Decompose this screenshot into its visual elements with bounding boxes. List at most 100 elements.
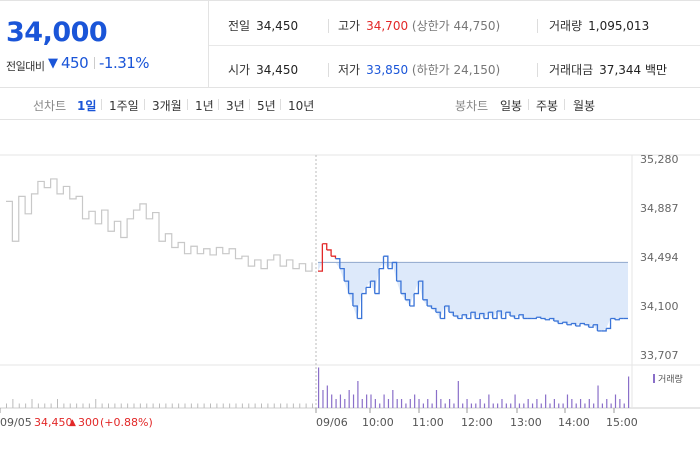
tab-3-years[interactable]: 3년 bbox=[226, 97, 245, 114]
volume-bar bbox=[479, 399, 481, 408]
volume-bar bbox=[229, 403, 231, 408]
volume-bar bbox=[453, 403, 455, 408]
volume-bar bbox=[361, 399, 363, 408]
volume-bar bbox=[619, 399, 621, 408]
volume-bar bbox=[623, 403, 625, 408]
volume-bar bbox=[387, 399, 390, 408]
volume-bar bbox=[299, 403, 301, 408]
volume-bar bbox=[267, 403, 269, 408]
volume-bar bbox=[374, 399, 376, 408]
high-value: 34,700 bbox=[366, 19, 409, 33]
x-tick-label: 12:00 bbox=[461, 416, 493, 429]
x-tick-label: 09/05 bbox=[0, 416, 32, 429]
amount-label: 거래대금 bbox=[549, 63, 594, 77]
amount-value: 37,344 bbox=[599, 63, 642, 77]
volume-bar bbox=[606, 399, 608, 408]
volume-bar bbox=[63, 403, 65, 408]
volume-bar bbox=[18, 403, 20, 408]
tab-monthly-candle[interactable]: 월봉 bbox=[573, 97, 595, 114]
open-price: 시가 34,450 bbox=[228, 61, 298, 78]
chart-period-tabs: 선차트 1일 1주일 3개월 1년 3년 5년 10년 봉차트 일봉 주봉 월봉 bbox=[0, 88, 700, 120]
volume-bar bbox=[254, 403, 256, 408]
y-tick-label: 34,887 bbox=[640, 202, 679, 215]
volume-bar bbox=[545, 394, 547, 408]
volume-bar bbox=[280, 403, 282, 408]
volume-bar bbox=[422, 403, 424, 408]
volume-bar bbox=[414, 394, 416, 408]
x-tick-label: 14:00 bbox=[558, 416, 590, 429]
y-tick-label: 33,707 bbox=[640, 349, 679, 362]
volume-bar bbox=[457, 381, 459, 408]
volume-bar bbox=[536, 399, 538, 408]
divider bbox=[328, 63, 329, 77]
volume-bar bbox=[241, 403, 243, 408]
volume-bar bbox=[588, 399, 590, 408]
divider bbox=[249, 99, 250, 110]
divider bbox=[528, 99, 529, 110]
volume-bar bbox=[466, 399, 468, 408]
volume-bar bbox=[614, 394, 617, 408]
open-label: 시가 bbox=[228, 63, 251, 77]
volume-bar bbox=[318, 367, 320, 408]
volume-bar bbox=[127, 403, 129, 408]
volume-bar bbox=[69, 403, 71, 408]
prev-close: 전일 34,450 bbox=[228, 17, 298, 34]
volume-bar bbox=[418, 399, 420, 408]
tab-daily-candle[interactable]: 일봉 bbox=[500, 97, 522, 114]
volume-bar bbox=[344, 399, 346, 408]
info-row-divider bbox=[209, 45, 700, 46]
volume-bar bbox=[152, 403, 154, 408]
volume-bar bbox=[370, 394, 372, 408]
volume-bar bbox=[95, 399, 97, 408]
volume-bar bbox=[601, 403, 604, 408]
volume-bar bbox=[57, 399, 58, 408]
change-label: 전일대비 bbox=[6, 60, 45, 73]
volume-bar bbox=[488, 394, 490, 408]
volume-bar bbox=[575, 403, 577, 408]
volume-bar bbox=[114, 403, 116, 408]
volume-bar bbox=[579, 399, 582, 408]
volume-bar bbox=[292, 403, 294, 408]
volume-bar bbox=[584, 403, 586, 408]
volume-bar bbox=[37, 403, 39, 408]
trade-amount: 거래대금 37,344 백만 bbox=[549, 61, 667, 78]
volume-bar bbox=[76, 403, 78, 408]
tab-5-years[interactable]: 5년 bbox=[257, 97, 276, 114]
volume-bar bbox=[379, 403, 381, 408]
tab-1-week[interactable]: 1주일 bbox=[109, 97, 139, 114]
volume-bar bbox=[197, 403, 199, 408]
volume-bar bbox=[50, 403, 52, 408]
volume-bar bbox=[12, 399, 14, 408]
volume-bar bbox=[146, 403, 148, 408]
volume-bar bbox=[475, 403, 477, 408]
y-tick-label: 34,494 bbox=[640, 251, 679, 264]
prev-day-change: 300 bbox=[78, 416, 99, 429]
x-tick-label: 09/06 bbox=[316, 416, 348, 429]
volume-bar bbox=[210, 403, 211, 408]
volume-bar bbox=[25, 403, 27, 408]
tab-3-months[interactable]: 3개월 bbox=[152, 97, 182, 114]
volume-bar bbox=[101, 403, 103, 408]
volume-bar bbox=[139, 403, 141, 408]
tab-1-year[interactable]: 1년 bbox=[195, 97, 214, 114]
prev-day-price: 34,450 bbox=[34, 416, 73, 429]
today-series-segment bbox=[331, 255, 337, 259]
volume-bar bbox=[501, 399, 503, 408]
x-tick-label: 15:00 bbox=[606, 416, 638, 429]
volume-bar bbox=[352, 394, 355, 408]
volume-bar bbox=[184, 403, 186, 408]
volume-bar bbox=[505, 403, 507, 408]
tab-10-years[interactable]: 10년 bbox=[288, 97, 314, 114]
volume-bar bbox=[431, 403, 433, 408]
volume-bar bbox=[357, 381, 359, 408]
volume-bar bbox=[444, 403, 446, 408]
divider bbox=[280, 99, 281, 110]
volume-bar bbox=[159, 403, 160, 408]
volume-bar bbox=[392, 390, 394, 408]
price-chart: 35,280 34,887 34,494 34,100 33,707 09/05… bbox=[0, 153, 700, 429]
volume-bar bbox=[597, 385, 599, 408]
volume-bar bbox=[88, 403, 90, 408]
tab-1-day[interactable]: 1일 bbox=[77, 97, 96, 114]
tab-weekly-candle[interactable]: 주봉 bbox=[536, 97, 558, 114]
divider bbox=[218, 99, 219, 110]
